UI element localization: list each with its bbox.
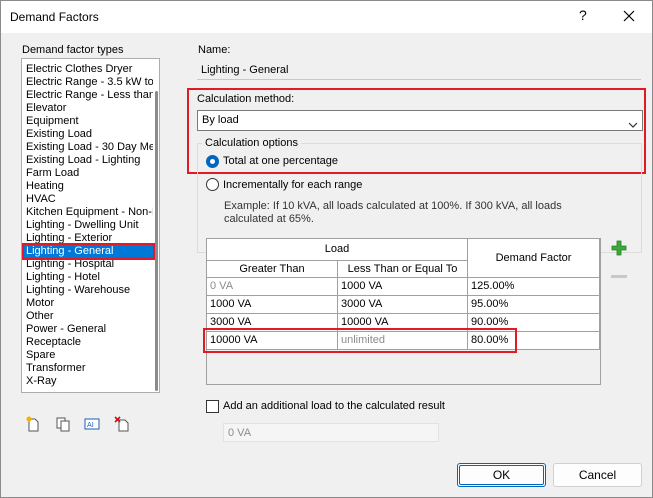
list-item[interactable]: X-Ray xyxy=(22,375,153,388)
table-cell-less[interactable]: 3000 VA xyxy=(338,296,468,314)
additional-load-checkbox[interactable] xyxy=(206,400,219,413)
dialog-footer: OK Cancel xyxy=(1,449,652,497)
table-cell-less[interactable]: 1000 VA xyxy=(338,278,468,296)
name-label: Name: xyxy=(198,44,231,56)
example-text-line1: Example: If 10 kVA, all loads calculated… xyxy=(224,200,562,212)
new-type-icon[interactable] xyxy=(25,416,41,432)
selected-item-highlight xyxy=(22,243,155,260)
cancel-button[interactable]: Cancel xyxy=(553,463,642,487)
table-cell-factor[interactable]: 125.00% xyxy=(468,278,600,296)
window-title: Demand Factors xyxy=(10,10,99,24)
additional-load-field: 0 VA xyxy=(223,423,439,442)
list-item[interactable]: Receptacle xyxy=(22,336,153,349)
list-item[interactable]: Elevator xyxy=(22,102,153,115)
list-item[interactable]: Electric Clothes Dryer xyxy=(22,63,153,76)
total-percentage-radio[interactable] xyxy=(206,155,219,168)
demand-factor-types-label: Demand factor types xyxy=(22,44,124,56)
ok-button-label: OK xyxy=(492,468,511,482)
example-text-line2: calculated at 65%. xyxy=(224,213,314,225)
help-button[interactable]: ? xyxy=(579,7,587,23)
calculation-options-label: Calculation options xyxy=(202,137,301,149)
demand-factor-types-list[interactable]: Electric Clothes Dryer Electric Range - 3… xyxy=(21,58,160,393)
remove-row-icon[interactable] xyxy=(611,275,627,278)
list-item[interactable]: Existing Load xyxy=(22,128,153,141)
calculation-method-select[interactable]: By load xyxy=(197,110,643,131)
list-item[interactable]: Farm Load xyxy=(22,167,153,180)
list-item[interactable]: Lighting - Warehouse xyxy=(22,284,153,297)
demand-factors-dialog: Demand Factors ? Demand factor types Ele… xyxy=(0,0,653,498)
table-cell-factor[interactable]: 95.00% xyxy=(468,296,600,314)
calculation-method-value: By load xyxy=(202,114,239,126)
rename-type-icon[interactable]: AI xyxy=(84,416,100,432)
column-header-load: Load xyxy=(207,239,468,261)
close-icon[interactable] xyxy=(619,6,639,26)
svg-text:AI: AI xyxy=(87,421,94,429)
list-item[interactable]: Existing Load - 30 Day Met xyxy=(22,141,153,154)
calculation-method-label: Calculation method: xyxy=(197,93,295,105)
list-item[interactable]: Equipment xyxy=(22,115,153,128)
list-item[interactable]: Spare xyxy=(22,349,153,362)
list-item[interactable]: Electric Range - 3.5 kW to xyxy=(22,76,153,89)
additional-load-label[interactable]: Add an additional load to the calculated… xyxy=(223,400,445,412)
list-item[interactable]: Transformer xyxy=(22,362,153,375)
table-cell-greater: 0 VA xyxy=(207,278,338,296)
duplicate-type-icon[interactable] xyxy=(55,416,71,432)
ok-button[interactable]: OK xyxy=(457,463,546,487)
list-item[interactable]: HVAC xyxy=(22,193,153,206)
cancel-button-label: Cancel xyxy=(578,468,617,482)
list-scrollbar-thumb[interactable] xyxy=(155,91,158,391)
chevron-down-icon xyxy=(628,117,638,136)
list-item[interactable]: Existing Load - Lighting xyxy=(22,154,153,167)
list-item[interactable]: Lighting - Hotel xyxy=(22,271,153,284)
list-item[interactable]: Other xyxy=(22,310,153,323)
list-item[interactable]: Heating xyxy=(22,180,153,193)
table-cell-greater: 1000 VA xyxy=(207,296,338,314)
list-item[interactable]: Power - General xyxy=(22,323,153,336)
list-item[interactable]: Lighting - Dwelling Unit xyxy=(22,219,153,232)
list-item[interactable]: Kitchen Equipment - Non-D xyxy=(22,206,153,219)
last-row-highlight xyxy=(203,328,517,353)
column-header-greater-than[interactable]: Greater Than xyxy=(207,261,338,278)
delete-type-icon[interactable] xyxy=(114,416,130,432)
list-item[interactable]: Motor xyxy=(22,297,153,310)
name-field: Lighting - General xyxy=(197,61,641,80)
incremental-range-radio[interactable] xyxy=(206,178,219,191)
demand-factor-table[interactable]: Load Greater Than Less Than or Equal To … xyxy=(206,238,601,385)
list-item[interactable]: Electric Range - Less than xyxy=(22,89,153,102)
list-scrollbar[interactable] xyxy=(153,59,159,392)
column-header-demand-factor[interactable]: Demand Factor xyxy=(468,239,600,278)
total-percentage-label[interactable]: Total at one percentage xyxy=(223,155,338,167)
title-bar: Demand Factors ? xyxy=(1,1,652,33)
add-row-icon[interactable] xyxy=(611,240,627,256)
incremental-range-label[interactable]: Incrementally for each range xyxy=(223,179,362,191)
column-header-less-than[interactable]: Less Than or Equal To xyxy=(338,261,468,278)
